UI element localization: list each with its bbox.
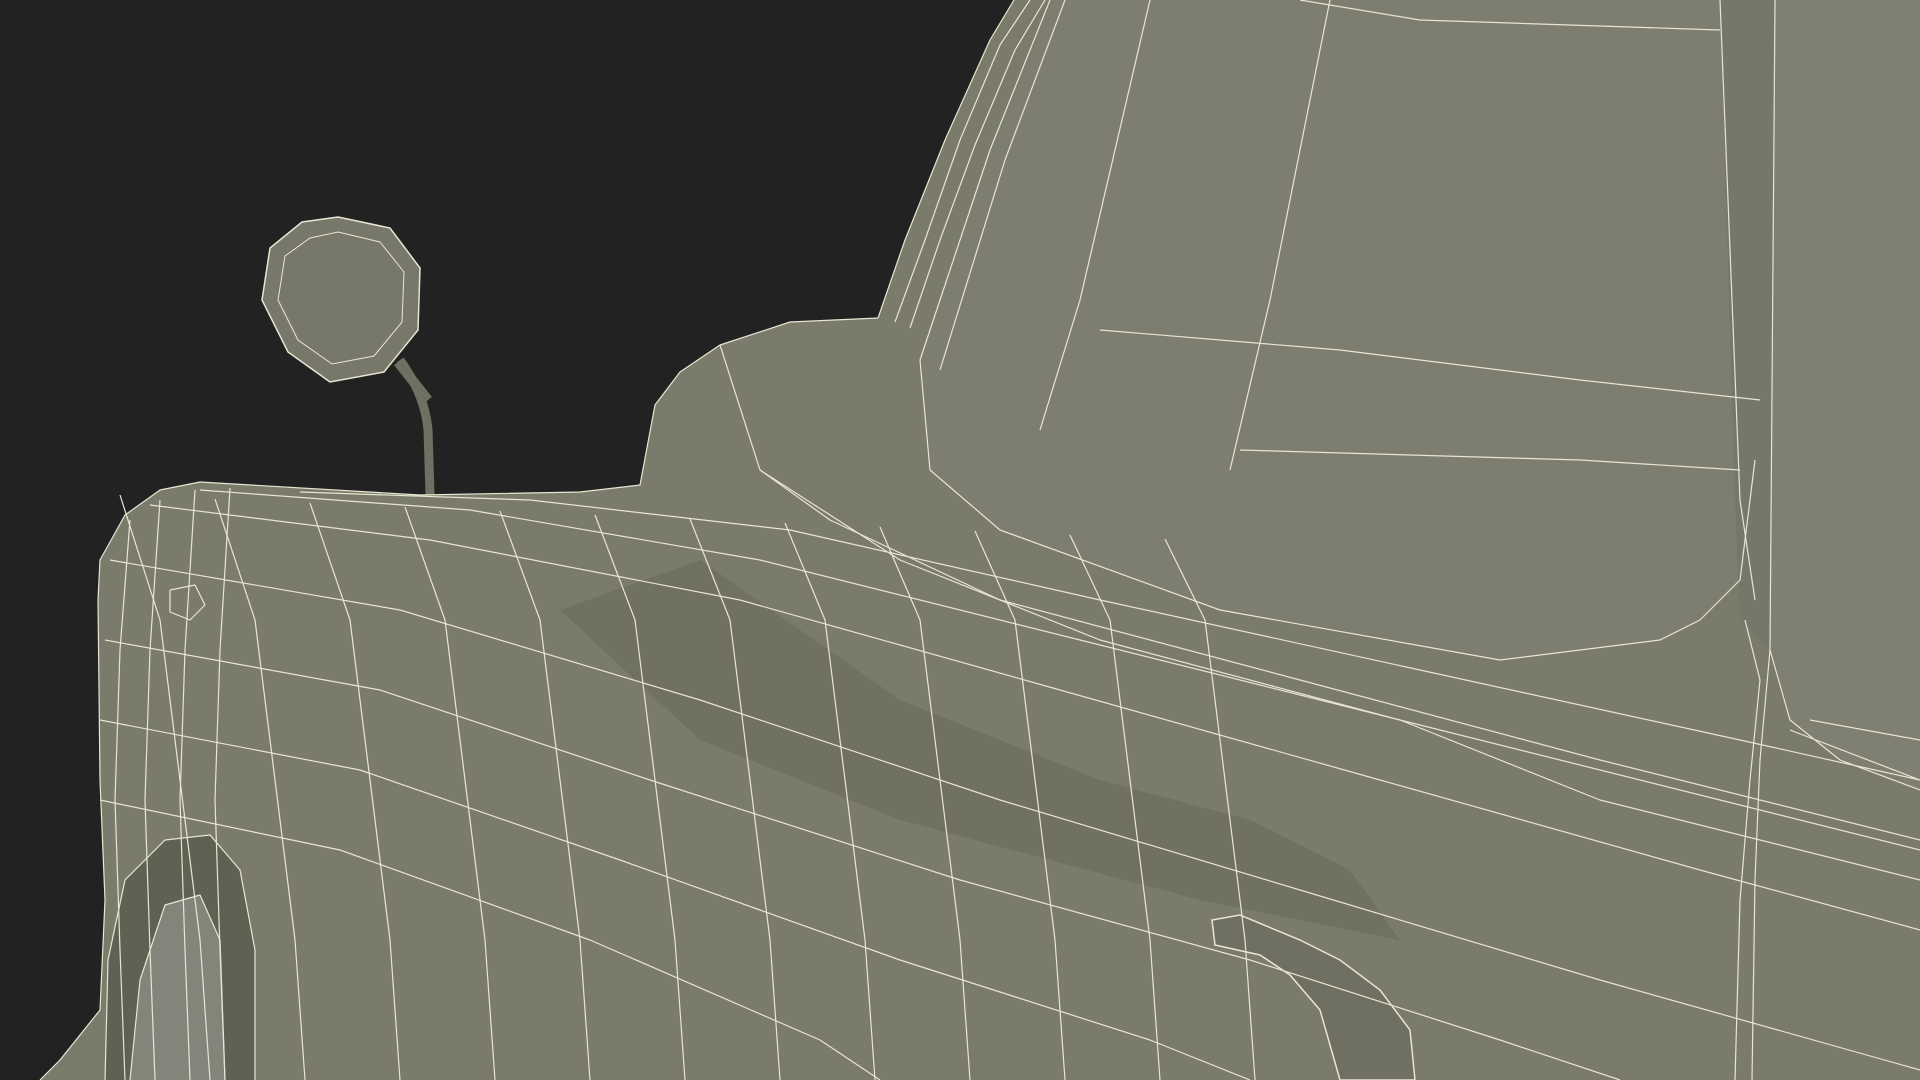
- wireframe-render: [0, 0, 1920, 1080]
- side-window-glass: [1770, 0, 1920, 790]
- wireframe-viewport: [0, 0, 1920, 1080]
